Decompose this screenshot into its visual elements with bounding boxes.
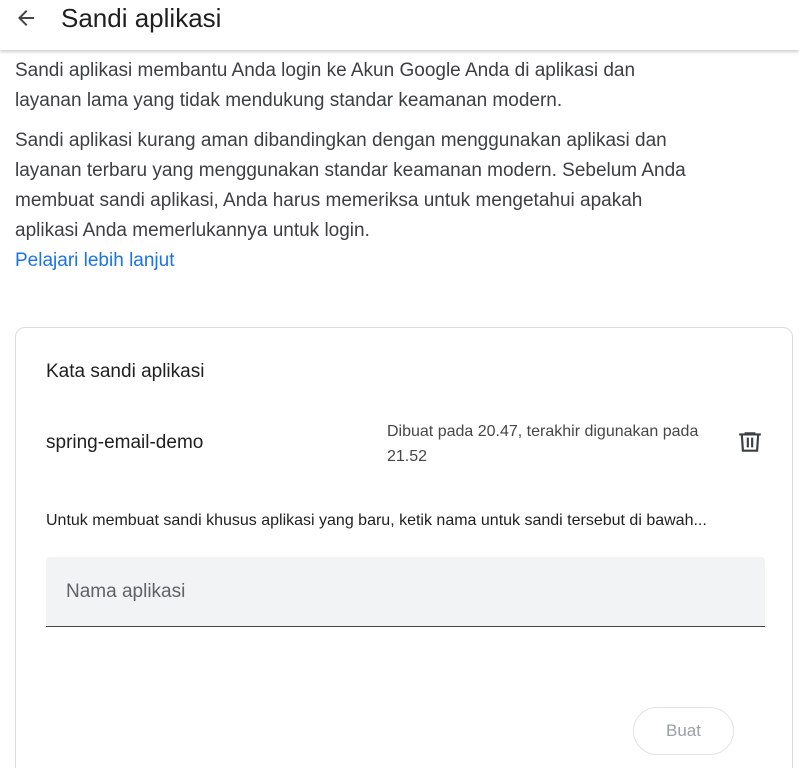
top-bar: Sandi aplikasi <box>0 0 799 50</box>
app-name-input[interactable] <box>46 557 765 626</box>
intro-paragraph-2-text: Sandi aplikasi kurang aman dibandingkan … <box>15 130 686 241</box>
card-title: Kata sandi aplikasi <box>46 361 205 382</box>
page-title: Sandi aplikasi <box>61 3 222 33</box>
password-meta: Dibuat pada 20.47, terakhir digunakan pa… <box>387 423 699 465</box>
intro-paragraph-2: Sandi aplikasi kurang aman dibandingkan … <box>15 126 695 276</box>
back-button[interactable] <box>6 0 46 36</box>
learn-more-link[interactable]: Pelajari lebih lanjut <box>15 250 175 271</box>
intro-section: Sandi aplikasi membantu Anda login ke Ak… <box>15 56 695 276</box>
delete-password-button[interactable] <box>732 424 768 460</box>
app-passwords-page: Sandi aplikasi Sandi aplikasi membantu A… <box>0 0 799 768</box>
arrow-left-icon <box>18 10 34 26</box>
password-name: spring-email-demo <box>46 432 204 453</box>
create-hint: Untuk membuat sandi khusus aplikasi yang… <box>46 512 707 529</box>
create-button[interactable]: Buat <box>633 707 734 755</box>
app-passwords-card: Kata sandi aplikasi spring-email-demo Di… <box>15 327 793 768</box>
intro-paragraph-1: Sandi aplikasi membantu Anda login ke Ak… <box>15 60 636 111</box>
app-name-field <box>46 557 765 627</box>
trash-icon <box>739 432 761 452</box>
